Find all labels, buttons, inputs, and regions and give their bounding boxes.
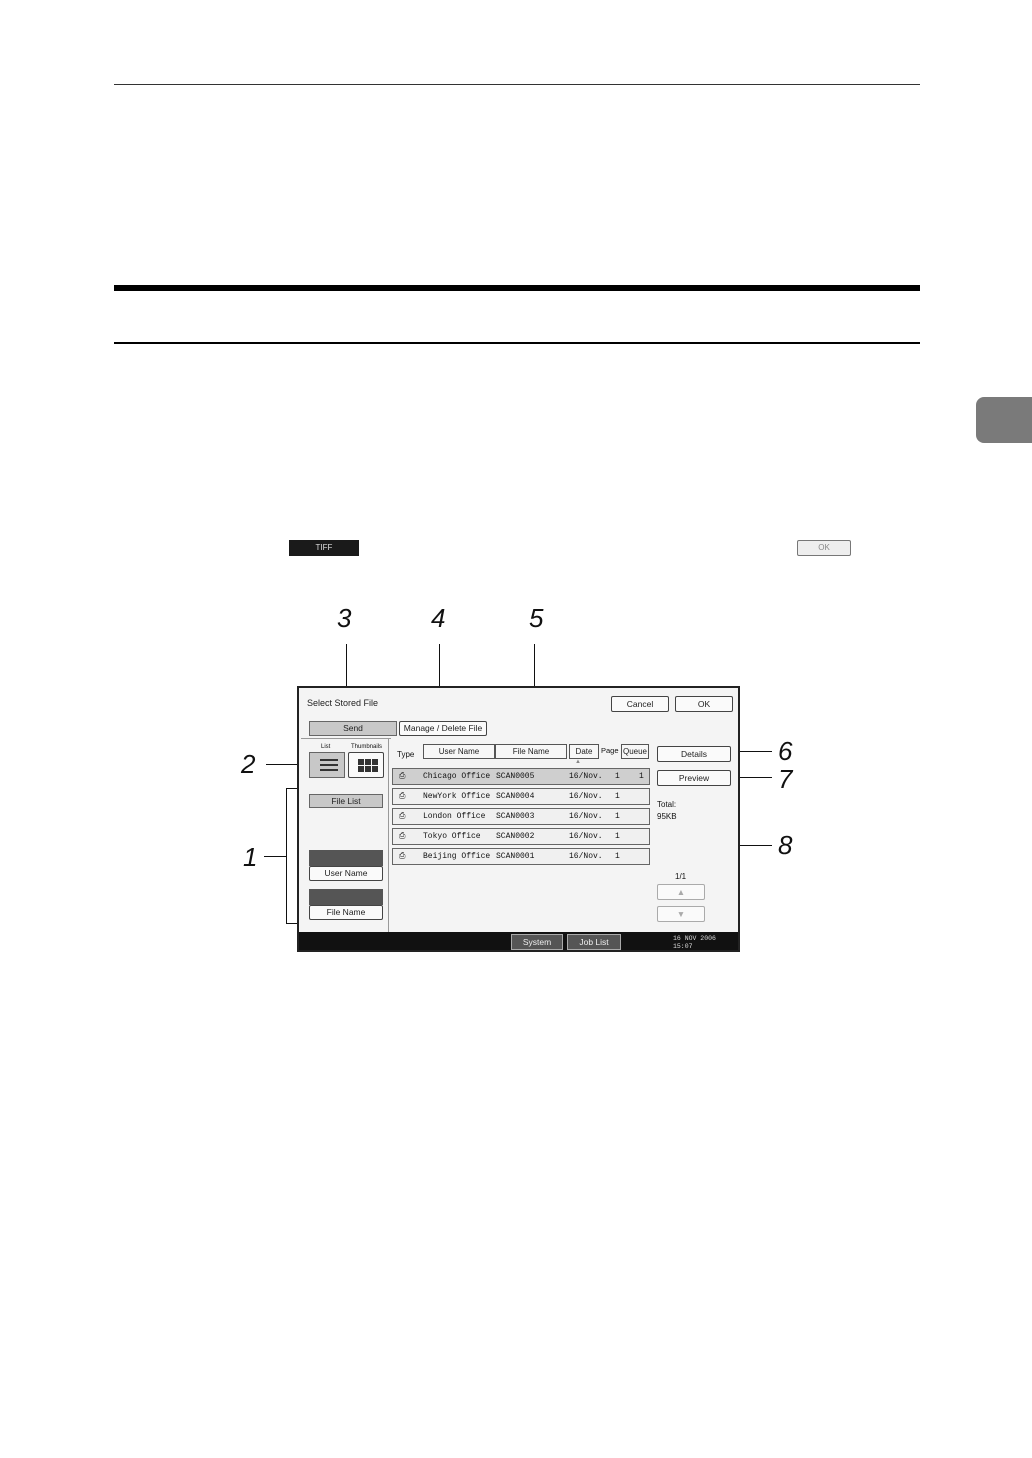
callout-3: 3 [337, 603, 352, 633]
callout-8: 8 [778, 830, 793, 860]
scan-file-icon: ⎙ [399, 832, 406, 841]
list-view-button[interactable] [309, 752, 345, 778]
page-indicator: 1/1 [675, 872, 687, 881]
thumbnails-view-button[interactable] [348, 752, 384, 778]
section-rule-thin [114, 342, 920, 344]
scan-file-icon: ⎙ [399, 792, 406, 801]
list-item[interactable]: ⎙ Beijing Office SCAN0001 16/Nov. 1 [392, 848, 650, 865]
callout-7: 7 [778, 764, 793, 794]
file-list-label: File List [309, 794, 383, 808]
details-button[interactable]: Details [657, 746, 731, 762]
screen-title: Select Stored File [307, 698, 379, 708]
total-value: 95KB [657, 812, 677, 821]
bracket-1 [286, 788, 287, 924]
list-icon [320, 759, 338, 771]
select-stored-file-screen: Select Stored File Cancel OK Send Manage… [297, 686, 740, 952]
ok-button[interactable]: OK [675, 696, 733, 712]
header-rule [114, 84, 920, 85]
column-header-row: User Name File Name Date Page Queue [423, 744, 651, 760]
leader-1 [264, 856, 286, 857]
status-bar: System Status Job List 16 NOV 2006 15:07 [299, 932, 738, 950]
callout-5: 5 [529, 603, 544, 633]
list-item[interactable]: ⎙ NewYork Office SCAN0004 16/Nov. 1 [392, 788, 650, 805]
ok-key: OK [797, 540, 851, 556]
thumbnails-view-label: Thumbnails [351, 744, 383, 750]
scan-file-icon: ⎙ [399, 772, 406, 781]
clock-date: 16 NOV 2006 [673, 935, 716, 942]
scroll-down-button[interactable]: ▼ [657, 906, 705, 922]
user-name-search-field [309, 850, 383, 866]
callout-2: 2 [241, 749, 256, 779]
user-name-button[interactable]: User Name [309, 866, 383, 881]
clock: 16 NOV 2006 15:07 [673, 935, 716, 950]
section-rule-thick [114, 285, 920, 291]
column-type: Type [397, 750, 415, 759]
job-list-button[interactable]: Job List [567, 934, 621, 950]
list-item[interactable]: ⎙ Tokyo Office SCAN0002 16/Nov. 1 [392, 828, 650, 845]
callout-6: 6 [778, 736, 793, 766]
scan-file-icon: ⎙ [399, 812, 406, 821]
column-queue[interactable]: Queue [621, 744, 649, 759]
preview-button[interactable]: Preview [657, 770, 731, 786]
column-page: Page [601, 746, 619, 755]
column-user-name[interactable]: User Name [423, 744, 495, 759]
chapter-tab [976, 397, 1032, 443]
file-list: ⎙ Chicago Office SCAN0005 16/Nov. 1 1 ⎙ … [392, 768, 650, 868]
file-name-button[interactable]: File Name [309, 905, 383, 920]
scan-file-icon: ⎙ [399, 852, 406, 861]
total-label: Total: [657, 800, 677, 809]
callout-4: 4 [431, 603, 446, 633]
column-date[interactable]: Date [569, 744, 599, 759]
cancel-button[interactable]: Cancel [611, 696, 669, 712]
file-name-search-field [309, 889, 383, 905]
thumbnails-icon [358, 759, 378, 772]
panel-separator [388, 738, 389, 932]
column-file-name[interactable]: File Name [495, 744, 567, 759]
scroll-up-button[interactable]: ▲ [657, 884, 705, 900]
sort-indicator-icon: ▲ [575, 759, 581, 765]
left-panel-divider [301, 738, 391, 739]
tab-send[interactable]: Send [309, 721, 397, 736]
tab-manage-delete[interactable]: Manage / Delete File [399, 721, 487, 736]
clock-time: 15:07 [673, 943, 693, 950]
system-status-button[interactable]: System Status [511, 934, 563, 950]
tiff-key: TIFF [289, 540, 359, 556]
list-item[interactable]: ⎙ Chicago Office SCAN0005 16/Nov. 1 1 [392, 768, 650, 785]
callout-1: 1 [243, 842, 258, 872]
list-view-label: List [321, 744, 331, 750]
list-item[interactable]: ⎙ London Office SCAN0003 16/Nov. 1 [392, 808, 650, 825]
